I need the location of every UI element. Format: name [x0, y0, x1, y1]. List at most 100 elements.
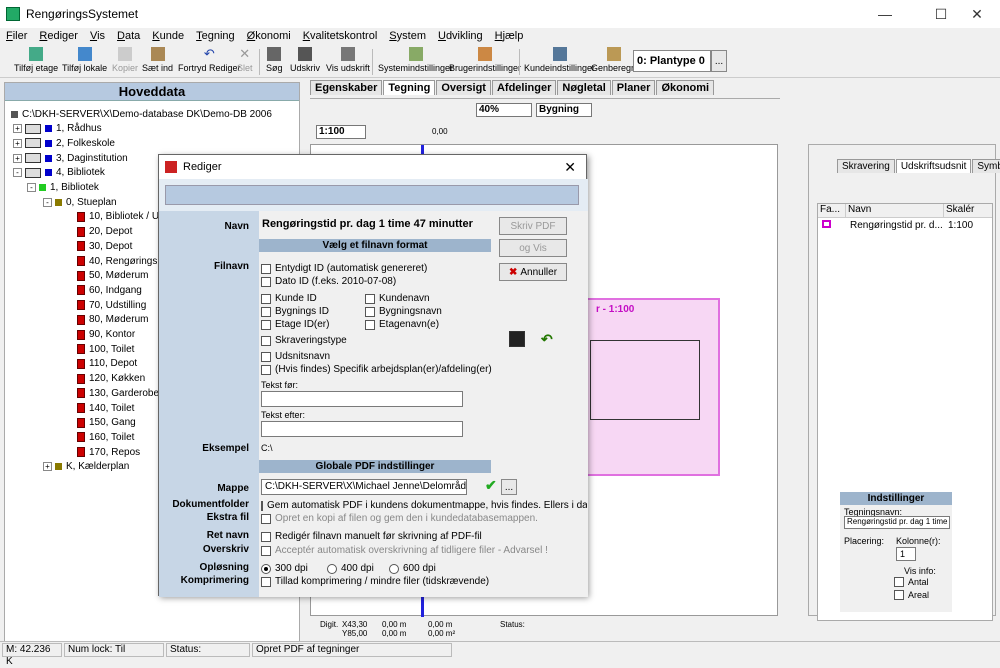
write-pdf-button[interactable]: Skriv PDF	[499, 217, 567, 235]
building-id-checkbox[interactable]: Bygnings ID	[261, 306, 329, 317]
add-room-button[interactable]: Tilføj lokale	[62, 47, 107, 73]
tree-root[interactable]: C:\DKH-SERVER\X\Demo-database DK\Demo-DB…	[11, 107, 272, 121]
tree-item[interactable]: + K, Kælderplan	[43, 460, 129, 474]
menu-item-0[interactable]: Filer	[0, 28, 33, 45]
write-and-show-button[interactable]: og Vis	[499, 239, 567, 257]
tree-item[interactable]: +2, Folkeskole	[13, 136, 115, 150]
text-after-input[interactable]	[261, 421, 463, 437]
customer-settings-button[interactable]: Kundeindstillinger	[524, 47, 595, 73]
undo-icon[interactable]: ↶	[541, 331, 557, 347]
menu-item-10[interactable]: Hjælp	[489, 28, 530, 45]
copy-button[interactable]: Kopier	[112, 47, 138, 73]
doc-folder-checkbox[interactable]: Gem automatisk PDF i kundens dokumentmap…	[261, 500, 587, 511]
unique-id-checkbox[interactable]: Entydigt ID (automatisk genereret)	[261, 263, 427, 274]
menu-item-7[interactable]: Kvalitetskontrol	[297, 28, 384, 45]
menu-item-1[interactable]: Rediger	[33, 28, 84, 45]
floor-id-checkbox[interactable]: Etage ID(er)	[261, 319, 329, 330]
expand-icon[interactable]: -	[13, 168, 22, 178]
expand-icon[interactable]: +	[13, 138, 22, 148]
tree-item[interactable]: 140, Toilet	[77, 401, 134, 415]
workplan-checkbox[interactable]: (Hvis findes) Specifik arbejdsplan(er)/a…	[261, 364, 492, 375]
dialog-close-icon[interactable]: ✕	[564, 159, 576, 176]
expand-icon[interactable]: -	[43, 197, 52, 207]
menu-item-6[interactable]: Økonomi	[241, 28, 297, 45]
undo-button[interactable]: ↶ Fortryd Rediger	[178, 47, 241, 74]
tab-3[interactable]: Afdelinger	[491, 80, 557, 95]
menu-item-9[interactable]: Udvikling	[432, 28, 489, 45]
plantype-more-button[interactable]: ...	[711, 50, 727, 72]
dpi-300-radio[interactable]: 300 dpi	[261, 563, 308, 574]
tree-item[interactable]: - 4, Bibliotek	[13, 166, 105, 180]
name-field[interactable]: Rengøringstid pr. dag 1 time 47 minutter	[259, 217, 495, 235]
building-name-checkbox[interactable]: Bygningsnavn	[365, 306, 442, 317]
check-icon[interactable]: ✔	[485, 477, 497, 494]
user-settings-button[interactable]: Brugerindstillinger	[449, 47, 521, 73]
columns-input[interactable]: 1	[896, 547, 916, 561]
search-button[interactable]: Søg	[266, 47, 283, 73]
paste-button[interactable]: Sæt ind	[142, 47, 173, 73]
print-preview-button[interactable]: Vis udskrift	[326, 47, 370, 73]
dpi-600-radio[interactable]: 600 dpi	[389, 563, 436, 574]
tree-item[interactable]: 30, Depot	[77, 239, 132, 253]
hatch-type-checkbox[interactable]: Skraveringstype	[261, 335, 347, 346]
right-tab-2[interactable]: Symboler	[972, 159, 1000, 173]
recalculate-button[interactable]: Genberegn	[591, 47, 636, 73]
menu-item-3[interactable]: Data	[111, 28, 146, 45]
expand-icon[interactable]: +	[13, 153, 22, 163]
compression-checkbox[interactable]: Tillad komprimering / mindre filer (tids…	[261, 576, 489, 587]
right-tab-0[interactable]: Skravering	[837, 159, 895, 173]
tree-item[interactable]: +3, Daginstitution	[13, 151, 128, 165]
areal-checkbox[interactable]: Areal	[894, 590, 929, 600]
close-icon[interactable]: ✕	[954, 0, 1000, 28]
tree-item[interactable]: 150, Gang	[77, 416, 136, 430]
expand-icon[interactable]: +	[43, 462, 52, 472]
tree-item[interactable]: 160, Toilet	[77, 430, 134, 444]
menu-item-4[interactable]: Kunde	[146, 28, 190, 45]
dpi-400-radio[interactable]: 400 dpi	[327, 563, 374, 574]
plantype-field[interactable]: 0: Plantype 0	[633, 50, 711, 72]
tree-item[interactable]: - 1, Bibliotek	[27, 181, 99, 195]
tab-1[interactable]: Tegning	[383, 80, 436, 95]
tree-item[interactable]: 170, Repos	[77, 445, 140, 459]
list-item[interactable]: Rengøringstid pr. d... 1:100	[818, 218, 992, 232]
antal-checkbox[interactable]: Antal	[894, 577, 929, 587]
text-before-input[interactable]	[261, 391, 463, 407]
menu-item-8[interactable]: System	[383, 28, 432, 45]
date-id-checkbox[interactable]: Dato ID (f.eks. 2010-07-08)	[261, 276, 396, 287]
scale-select[interactable]: 1:100	[316, 125, 366, 139]
tree-item[interactable]: +1, Rådhus	[13, 122, 102, 136]
tab-0[interactable]: Egenskaber	[310, 80, 383, 95]
tab-2[interactable]: Oversigt	[436, 80, 491, 95]
tab-4[interactable]: Nøgletal	[557, 80, 611, 95]
tree-item[interactable]: 20, Depot	[77, 225, 132, 239]
floor-name-checkbox[interactable]: Etagenavn(e)	[365, 319, 439, 330]
print-button[interactable]: Udskriv	[290, 47, 320, 73]
tree-item[interactable]: 80, Møderum	[77, 313, 148, 327]
add-floor-button[interactable]: Tilføj etage	[14, 47, 58, 73]
system-settings-button[interactable]: Systemindstillinger	[378, 47, 453, 73]
print-area[interactable]: r - 1:100	[586, 298, 720, 476]
menu-item-2[interactable]: Vis	[84, 28, 111, 45]
tree-item[interactable]: 100, Toilet	[77, 342, 134, 356]
browse-folder-button[interactable]: ...	[501, 479, 517, 495]
tree-item[interactable]: 110, Depot	[77, 357, 137, 371]
folder-input[interactable]: C:\DKH-SERVER\X\Michael Jenne\Delområde	[261, 479, 467, 495]
overwrite-checkbox[interactable]: Acceptér automatisk overskrivning af tid…	[261, 545, 548, 556]
tree-item[interactable]: 60, Indgang	[77, 283, 142, 297]
expand-icon[interactable]: -	[27, 183, 36, 192]
tree-item[interactable]: 70, Udstilling	[77, 298, 146, 312]
tab-5[interactable]: Planer	[611, 80, 656, 95]
section-name-checkbox[interactable]: Udsnitsnavn	[261, 351, 330, 362]
customer-name-checkbox[interactable]: Kundenavn	[365, 293, 430, 304]
expand-icon[interactable]: +	[13, 124, 22, 134]
tab-6[interactable]: Økonomi	[656, 80, 715, 95]
customer-id-checkbox[interactable]: Kunde ID	[261, 293, 317, 304]
zoom-select[interactable]: 40%	[476, 103, 532, 117]
minimize-icon[interactable]: —	[862, 0, 908, 28]
tree-item[interactable]: - 0, Stueplan	[43, 195, 117, 209]
drawing-name-input[interactable]: Rengøringstid pr. dag 1 time	[844, 516, 950, 529]
rename-checkbox[interactable]: Redigér filnavn manuelt før skrivning af…	[261, 531, 482, 542]
delete-button[interactable]: ✕ Slet	[237, 47, 253, 74]
layer-select[interactable]: Bygning	[536, 103, 592, 117]
save-icon[interactable]	[509, 331, 525, 347]
